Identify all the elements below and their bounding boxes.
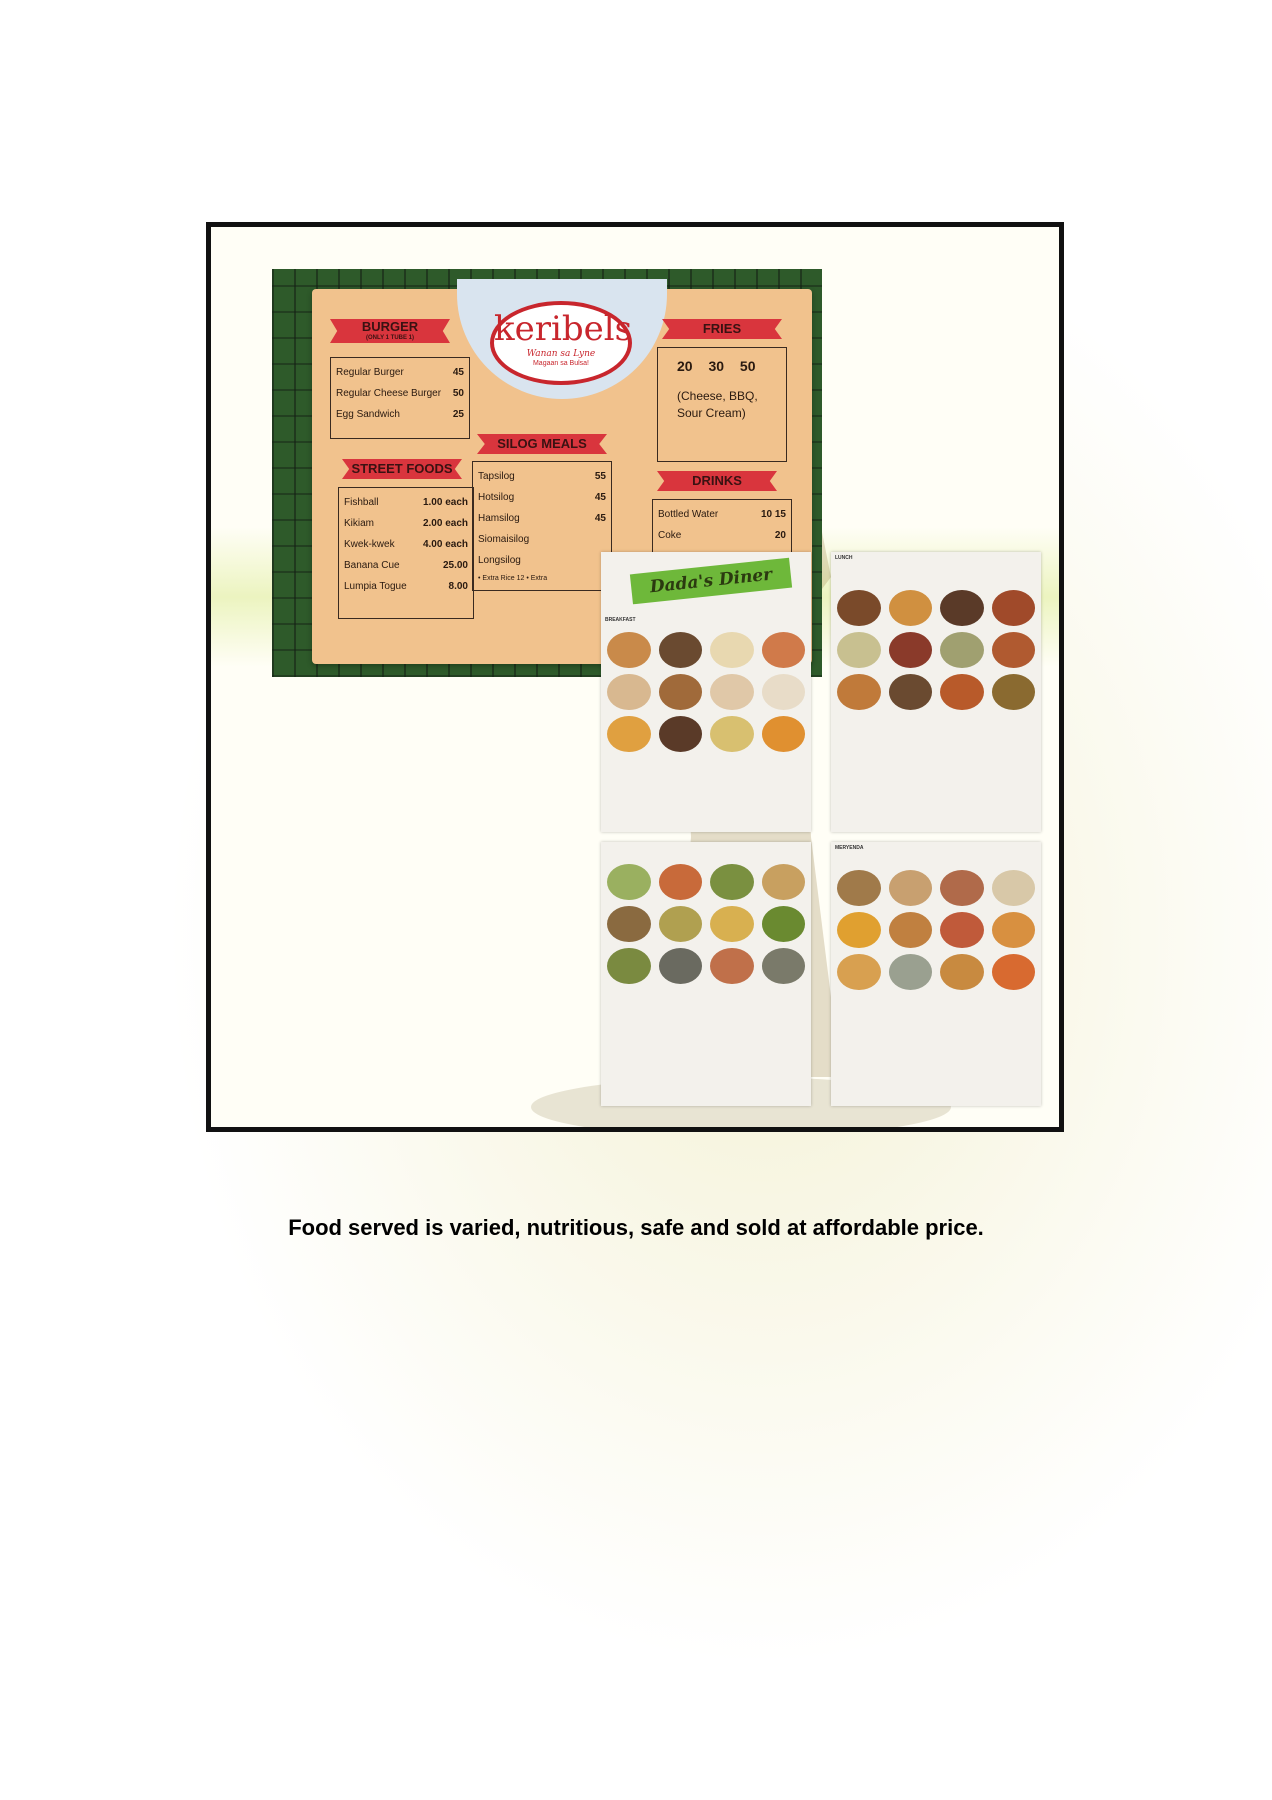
food-photo <box>991 912 1035 948</box>
food-photo <box>837 590 881 626</box>
food-photo <box>837 954 881 990</box>
food-photo <box>761 948 805 984</box>
meryenda-panel: MERYENDA <box>831 842 1041 1106</box>
fries-prices: 20 30 50 <box>677 358 756 374</box>
food-photo <box>888 912 932 948</box>
food-photo <box>607 864 651 900</box>
food-photo <box>940 912 984 948</box>
food-photo <box>607 716 651 752</box>
menu-row: Egg Sandwich 25 <box>336 409 464 420</box>
burger-ribbon: BURGER (ONLY 1 TUBE 1) <box>330 319 450 343</box>
photo-frame: keribels Wanan sa Lyne Magaan sa Bulsa! … <box>206 222 1064 1132</box>
food-photo <box>991 590 1035 626</box>
food-photo <box>761 864 805 900</box>
food-photo <box>837 870 881 906</box>
menu-row: Fishball 1.00 each <box>344 497 468 508</box>
menu-row: Longsilog <box>478 555 521 566</box>
food-photo <box>991 674 1035 710</box>
food-thumb-grid <box>831 586 1041 714</box>
food-photo <box>710 864 754 900</box>
street-foods-box: Fishball 1.00 each Kikiam 2.00 each Kwek-k… <box>338 487 474 619</box>
food-photo <box>991 870 1035 906</box>
food-photo <box>940 590 984 626</box>
drinks-ribbon: DRINKS <box>657 471 777 491</box>
food-thumb-grid <box>601 628 811 756</box>
keribels-logo: keribels Wanan sa Lyne Magaan sa Bulsa! <box>490 301 632 385</box>
food-photo <box>761 674 805 710</box>
food-photo <box>888 870 932 906</box>
food-photo <box>607 674 651 710</box>
silog-note: • Extra Rice 12 • Extra <box>478 575 548 582</box>
lunch-panel: LUNCH <box>831 552 1041 832</box>
food-photo <box>837 912 881 948</box>
food-photo <box>888 954 932 990</box>
dadas-diner-title: Dada's Diner <box>629 557 793 605</box>
food-photo <box>658 716 702 752</box>
food-photo <box>710 674 754 710</box>
food-photo <box>658 906 702 942</box>
menu-row: Tapsilog 55 <box>478 471 606 482</box>
food-photo <box>607 948 651 984</box>
fries-ribbon: FRIES <box>662 319 782 339</box>
food-photo <box>710 906 754 942</box>
burger-box: Regular Burger 45 Regular Cheese Burger 50… <box>330 357 470 439</box>
menu-row: Siomaisilog <box>478 534 530 545</box>
vegetables-panel <box>601 842 811 1106</box>
meryenda-header: MERYENDA <box>835 845 864 851</box>
food-photo <box>710 632 754 668</box>
food-photo <box>710 948 754 984</box>
dadas-diner-menu-collage: Dada's Diner BREAKFAST LUNCH MERYENDA <box>601 552 1041 1106</box>
burger-subtitle: (ONLY 1 TUBE 1) <box>365 335 414 341</box>
menu-row: Banana Cue 25.00 <box>344 560 468 571</box>
menu-row: Regular Cheese Burger 50 <box>336 388 464 399</box>
fries-box: 20 30 50 (Cheese, BBQ, Sour Cream) <box>657 347 787 462</box>
food-photo <box>607 906 651 942</box>
food-photo <box>940 870 984 906</box>
food-photo <box>940 674 984 710</box>
food-photo <box>658 674 702 710</box>
logo-subtitle: Magaan sa Bulsa! <box>532 360 590 367</box>
fries-flavors: (Cheese, BBQ, Sour Cream) <box>677 389 758 420</box>
food-photo <box>710 716 754 752</box>
photo-caption: Food served is varied, nutritious, safe … <box>288 1215 984 1240</box>
food-photo <box>761 716 805 752</box>
menu-row: Lumpia Togue 8.00 <box>344 581 468 592</box>
food-photo <box>991 954 1035 990</box>
silog-box: Tapsilog 55 Hotsilog 45 Hamsilog 45 Siomais… <box>472 461 612 591</box>
food-photo <box>761 632 805 668</box>
food-thumb-grid <box>831 866 1041 994</box>
menu-row: Hamsilog 45 <box>478 513 606 524</box>
logo-circle: keribels Wanan sa Lyne Magaan sa Bulsa! <box>457 279 667 399</box>
food-photo <box>888 632 932 668</box>
menu-row: Bottled Water 10 15 <box>658 509 786 520</box>
street-foods-ribbon: STREET FOODS <box>342 459 462 479</box>
menu-row: Kikiam 2.00 each <box>344 518 468 529</box>
food-photo <box>658 948 702 984</box>
food-photo <box>991 632 1035 668</box>
menu-row: Hotsilog 45 <box>478 492 606 503</box>
food-photo <box>761 906 805 942</box>
food-photo <box>888 590 932 626</box>
food-photo <box>940 632 984 668</box>
food-photo <box>837 674 881 710</box>
food-thumb-grid <box>601 860 811 988</box>
lunch-header: LUNCH <box>835 555 853 561</box>
food-photo <box>888 674 932 710</box>
breakfast-panel: Dada's Diner BREAKFAST <box>601 552 811 832</box>
food-photo <box>658 864 702 900</box>
breakfast-header: BREAKFAST <box>605 617 636 623</box>
silog-ribbon: SILOG MEALS <box>477 434 607 454</box>
menu-row: Coke 20 <box>658 530 786 541</box>
logo-tagline: Wanan sa Lyne <box>526 349 596 359</box>
food-photo <box>607 632 651 668</box>
burger-title: BURGER <box>361 319 419 334</box>
menu-row: Kwek-kwek 4.00 each <box>344 539 468 550</box>
food-photo <box>837 632 881 668</box>
menu-row: Regular Burger 45 <box>336 367 464 378</box>
food-photo <box>940 954 984 990</box>
food-photo <box>658 632 702 668</box>
logo-name: keribels <box>494 309 633 349</box>
